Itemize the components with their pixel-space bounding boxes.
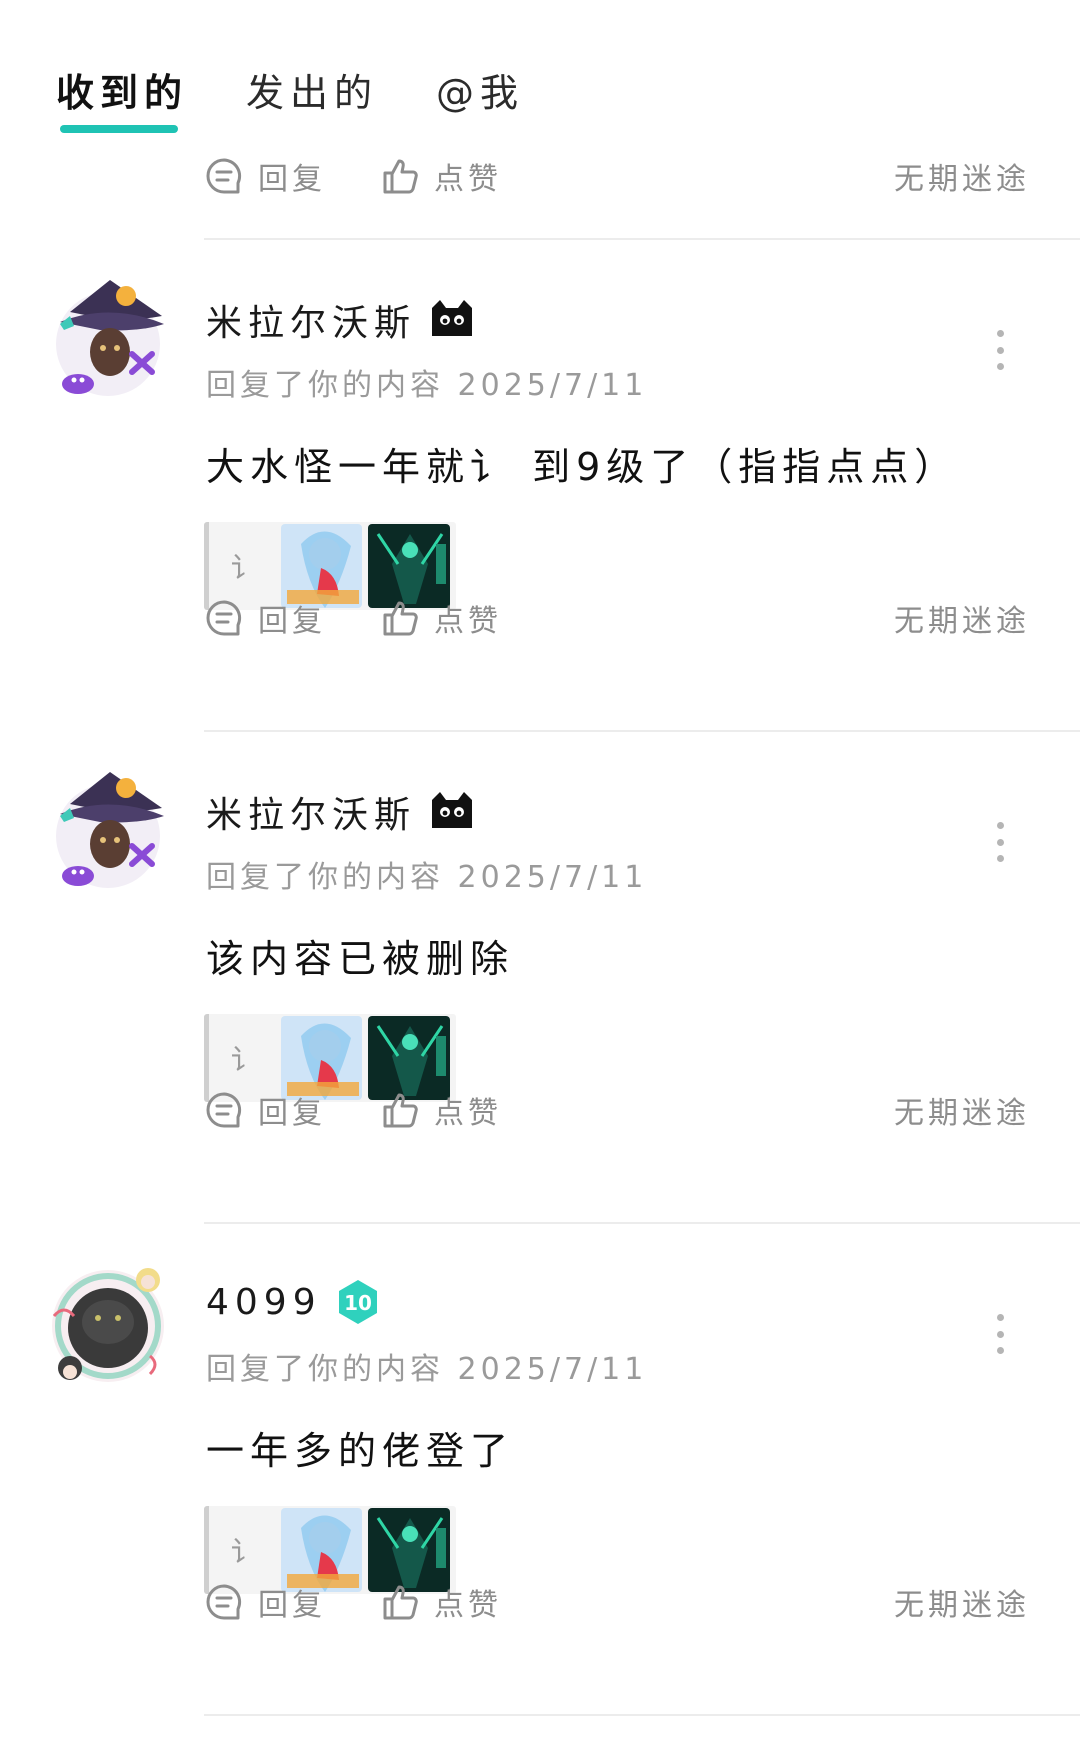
thumbs-up-icon xyxy=(380,1582,434,1622)
comment-icon xyxy=(204,1090,258,1130)
content-owner: 无期迷途 xyxy=(894,162,1030,197)
action-row: 回复 点赞 无期迷途 xyxy=(204,148,1030,204)
user-line: 米拉尔沃斯 xyxy=(206,294,476,346)
username[interactable]: 米拉尔沃斯 xyxy=(206,786,416,838)
comment-icon xyxy=(204,1582,258,1622)
avatar[interactable] xyxy=(40,1256,176,1396)
thumbs-up-icon xyxy=(380,156,434,196)
action-row: 回复 点赞 无期迷途 xyxy=(204,590,1030,646)
reply-meta: 回复了你的内容 2025/7/11 xyxy=(206,368,648,403)
tab-bar: 收到的 发出的 @我 xyxy=(56,62,582,133)
reply-content: 一年多的佬登了 xyxy=(206,1429,515,1473)
reply-meta: 回复了你的内容 2025/7/11 xyxy=(206,1352,648,1387)
avatar[interactable] xyxy=(40,764,176,904)
reply-meta: 回复了你的内容 2025/7/11 xyxy=(206,860,648,895)
reply-content: 该内容已被删除 xyxy=(206,937,515,981)
divider xyxy=(204,1714,1080,1716)
reply-button[interactable]: 回复 xyxy=(204,154,380,198)
like-label: 点赞 xyxy=(434,1096,502,1131)
like-button[interactable]: 点赞 xyxy=(380,1580,502,1624)
comment-icon xyxy=(204,156,258,196)
comment-icon xyxy=(204,598,258,638)
like-label: 点赞 xyxy=(434,1588,502,1623)
svg-text:10: 10 xyxy=(344,1291,372,1315)
tab-mentions[interactable]: @我 xyxy=(436,62,524,133)
reply-label: 回复 xyxy=(258,1588,326,1623)
divider xyxy=(204,1222,1080,1224)
reply-button[interactable]: 回复 xyxy=(204,1580,380,1624)
referenced-post-text: 讠 xyxy=(230,1535,259,1568)
thumbs-up-icon xyxy=(380,1090,434,1130)
reply-button[interactable]: 回复 xyxy=(204,596,380,640)
reply-label: 回复 xyxy=(258,604,326,639)
reply-button[interactable]: 回复 xyxy=(204,1088,380,1132)
action-row: 回复 点赞 无期迷途 xyxy=(204,1082,1030,1138)
tab-sent[interactable]: 发出的 xyxy=(246,62,378,133)
like-button[interactable]: 点赞 xyxy=(380,154,502,198)
cat-badge-icon xyxy=(428,298,476,342)
divider xyxy=(204,238,1080,240)
more-options-icon[interactable] xyxy=(992,1314,1008,1354)
more-options-icon[interactable] xyxy=(992,822,1008,862)
thumbs-up-icon xyxy=(380,598,434,638)
cat-badge-icon xyxy=(428,790,476,834)
level-badge-icon: 10 xyxy=(336,1278,380,1326)
tab-received[interactable]: 收到的 xyxy=(56,62,188,133)
like-button[interactable]: 点赞 xyxy=(380,596,502,640)
referenced-post-text: 讠 xyxy=(230,551,259,584)
avatar[interactable] xyxy=(40,272,176,412)
reply-content: 大水怪一年就讠 到9级了（指指点点） xyxy=(206,445,959,489)
username[interactable]: 米拉尔沃斯 xyxy=(206,294,416,346)
content-owner: 无期迷途 xyxy=(894,604,1030,639)
like-label: 点赞 xyxy=(434,604,502,639)
action-row: 回复 点赞 无期迷途 xyxy=(204,1574,1030,1630)
referenced-post-text: 讠 xyxy=(230,1043,259,1076)
more-options-icon[interactable] xyxy=(992,330,1008,370)
user-line: 4099 10 xyxy=(206,1278,380,1326)
divider xyxy=(204,730,1080,732)
like-label: 点赞 xyxy=(434,162,502,197)
reply-label: 回复 xyxy=(258,162,326,197)
content-owner: 无期迷途 xyxy=(894,1096,1030,1131)
content-owner: 无期迷途 xyxy=(894,1588,1030,1623)
like-button[interactable]: 点赞 xyxy=(380,1088,502,1132)
user-line: 米拉尔沃斯 xyxy=(206,786,476,838)
username[interactable]: 4099 xyxy=(206,1282,322,1323)
reply-label: 回复 xyxy=(258,1096,326,1131)
